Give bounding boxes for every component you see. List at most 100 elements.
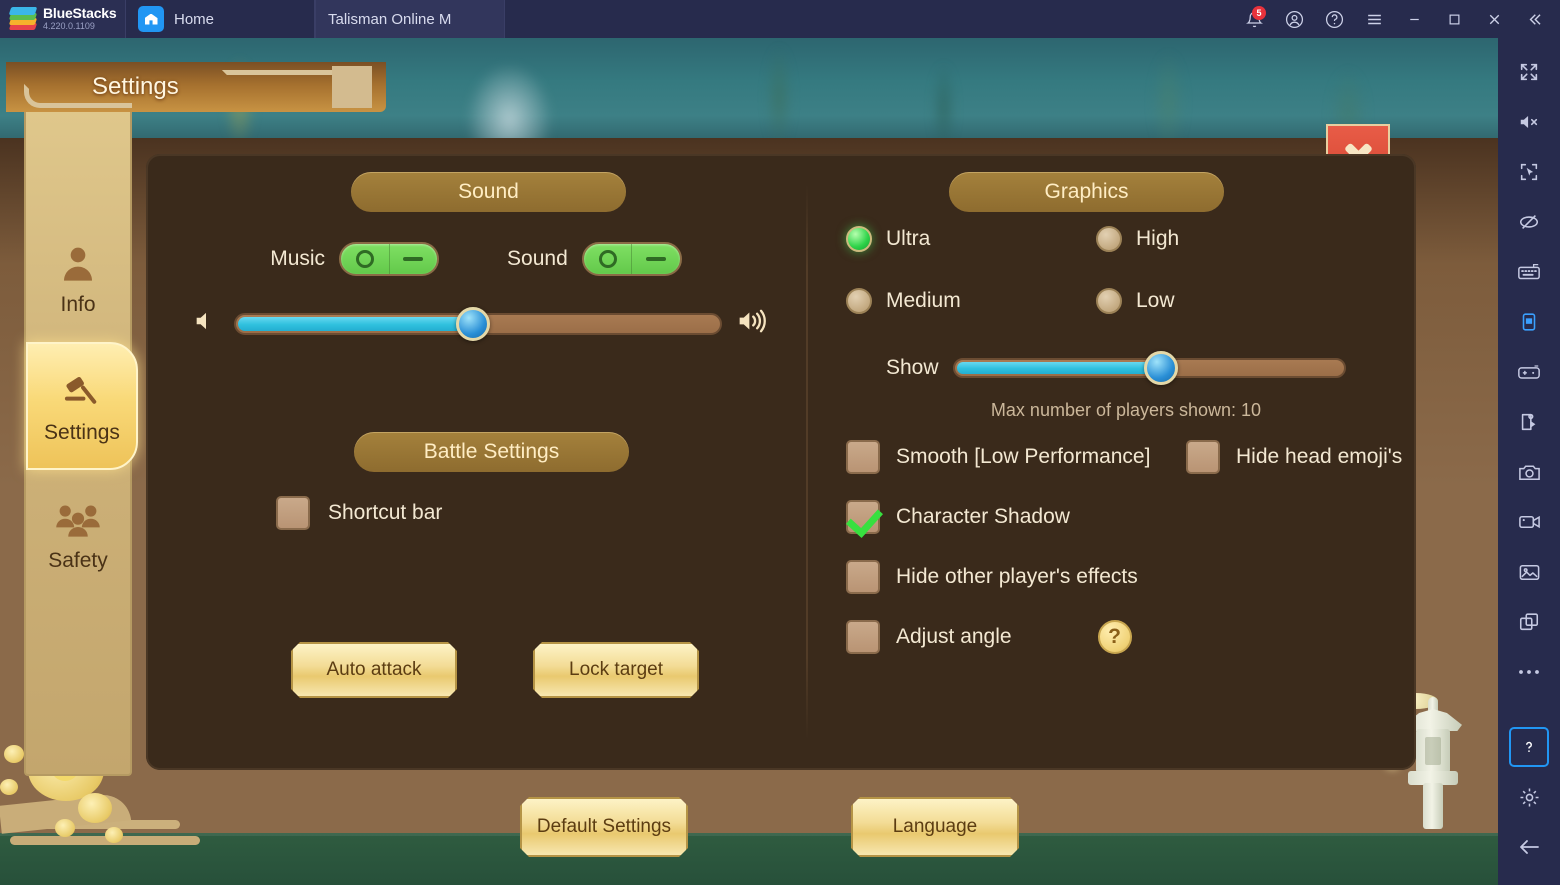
menu-icon[interactable] — [1354, 0, 1394, 38]
checkbox-adjust-angle[interactable]: Adjust angle — [846, 620, 1012, 654]
checkbox-hide-head-emojis[interactable]: Hide head emoji's — [1186, 440, 1402, 474]
sound-toggles-row: Music Sound — [146, 242, 806, 276]
minimize-icon[interactable] — [1394, 0, 1434, 38]
show-slider-row: Show — [886, 351, 1346, 385]
music-toggle-group: Music — [270, 242, 440, 276]
checkbox-smooth[interactable]: Smooth [Low Performance] — [846, 440, 1186, 474]
page-title: Settings — [92, 73, 179, 100]
language-button[interactable]: Language — [851, 797, 1019, 857]
quality-option-high[interactable]: High — [1096, 226, 1346, 252]
quality-option-medium[interactable]: Medium — [846, 288, 1096, 314]
radio-icon — [846, 288, 872, 314]
toolbar-help-icon[interactable] — [1509, 727, 1549, 767]
show-label: Show — [886, 356, 939, 379]
banner-curl-right — [222, 70, 352, 98]
quality-label: Ultra — [886, 227, 931, 250]
people-icon — [54, 495, 102, 545]
tab-talisman-online-m[interactable]: T Talisman Online M — [0, 0, 1498, 885]
keyboard-icon[interactable] — [1509, 252, 1549, 292]
checkbox-label: Hide other player's effects — [896, 565, 1138, 588]
close-icon[interactable] — [1474, 0, 1514, 38]
tab-home[interactable]: Home — [125, 0, 315, 38]
bluestacks-right-toolbar — [1498, 38, 1560, 885]
maximize-icon[interactable] — [1434, 0, 1474, 38]
sidebar-item-safety[interactable]: Safety — [26, 470, 130, 598]
checkbox-character-shadow[interactable]: Character Shadow — [846, 500, 1070, 534]
auto-attack-button[interactable]: Auto attack — [291, 642, 457, 698]
sidebar-item-label: Info — [60, 293, 96, 316]
titlebar: BlueStacks 4.220.0.1109 Home T Talisman … — [0, 0, 1560, 885]
toggle-on-icon — [355, 250, 374, 268]
brand-version: 4.220.0.1109 — [43, 21, 95, 32]
sidebar-item-settings[interactable]: Settings — [26, 342, 138, 470]
show-slider-handle[interactable] — [1143, 351, 1178, 385]
music-toggle[interactable] — [339, 242, 440, 276]
sound-toggle-group: Sound — [507, 242, 682, 276]
home-icon — [138, 6, 164, 32]
graphics-checkbox-group: Smooth [Low Performance] Hide head emoji… — [846, 440, 1406, 680]
sound-label: Sound — [507, 247, 568, 270]
checkbox-icon[interactable] — [846, 620, 880, 654]
speaker-loud-icon — [736, 306, 770, 341]
adjust-angle-help-icon[interactable]: ? — [1097, 620, 1132, 654]
graphics-quality-group: Ultra High Medium Low — [846, 226, 1386, 350]
settings-gear-icon[interactable] — [1509, 777, 1549, 817]
lock-target-button[interactable]: Lock target — [533, 642, 699, 698]
fullscreen-icon[interactable] — [1509, 52, 1549, 92]
toggle-on-icon — [598, 250, 617, 268]
radio-icon — [1096, 288, 1122, 314]
sidebar-item-label: Safety — [48, 549, 108, 572]
multi-instance-icon[interactable] — [1509, 602, 1549, 642]
sidebar-item-info[interactable]: Info — [26, 214, 130, 342]
script-icon[interactable] — [1509, 402, 1549, 442]
media-gallery-icon[interactable] — [1509, 552, 1549, 592]
shortcut-bar-checkbox[interactable] — [276, 496, 310, 530]
collapse-icon[interactable] — [1514, 0, 1554, 38]
quality-option-low[interactable]: Low — [1096, 288, 1346, 314]
shortcut-bar-row[interactable]: Shortcut bar — [276, 496, 442, 530]
checkbox-icon[interactable] — [1186, 440, 1220, 474]
sidebar-item-label: Settings — [44, 421, 120, 444]
game-viewport: Settings Info Settings Safety Sound Musi… — [0, 38, 1498, 885]
checkbox-icon[interactable] — [846, 500, 880, 534]
sound-toggle[interactable] — [581, 242, 682, 276]
tab-home-label: Home — [174, 10, 215, 28]
checkbox-icon[interactable] — [846, 560, 880, 594]
checkbox-label: Adjust angle — [896, 625, 1012, 648]
checkbox-icon[interactable] — [846, 440, 880, 474]
titlebar-spacer — [505, 0, 1234, 38]
quality-option-ultra[interactable]: Ultra — [846, 226, 1096, 252]
record-video-icon[interactable] — [1509, 502, 1549, 542]
checkbox-label: Hide head emoji's — [1236, 445, 1403, 468]
default-settings-button[interactable]: Default Settings — [520, 797, 688, 857]
toggle-off-icon — [646, 257, 667, 261]
checkbox-hide-other-effects[interactable]: Hide other player's effects — [846, 560, 1138, 594]
screenshot-icon[interactable] — [1509, 452, 1549, 492]
volume-slider[interactable] — [234, 306, 722, 341]
music-label: Music — [270, 247, 326, 270]
rotate-device-icon[interactable] — [1509, 302, 1549, 342]
volume-slider-handle[interactable] — [456, 306, 491, 341]
checkbox-label: Character Shadow — [896, 505, 1070, 528]
quality-label: High — [1136, 227, 1180, 250]
shortcut-bar-label: Shortcut bar — [328, 501, 443, 524]
bluestacks-logo-icon — [8, 7, 38, 31]
radio-icon — [1096, 226, 1122, 252]
more-icon[interactable] — [1509, 652, 1549, 692]
quality-label: Medium — [886, 289, 961, 312]
help-icon[interactable] — [1314, 0, 1354, 38]
mute-icon[interactable] — [1509, 102, 1549, 142]
notifications-icon[interactable]: 5 — [1234, 0, 1274, 38]
back-arrow-icon[interactable] — [1509, 827, 1549, 867]
gamepad-icon[interactable] — [1509, 352, 1549, 392]
graphics-section-header: Graphics — [949, 172, 1224, 212]
show-fill — [956, 362, 1161, 374]
show-slider[interactable] — [952, 351, 1346, 385]
max-players-text: Max number of players shown: 10 — [990, 400, 1262, 420]
eye-off-icon[interactable] — [1509, 202, 1549, 242]
account-icon[interactable] — [1274, 0, 1314, 38]
brand-name: BlueStacks — [43, 5, 117, 22]
battle-section-header: Battle Settings — [354, 432, 629, 472]
cursor-target-icon[interactable] — [1509, 152, 1549, 192]
toggle-off-icon — [403, 257, 424, 261]
